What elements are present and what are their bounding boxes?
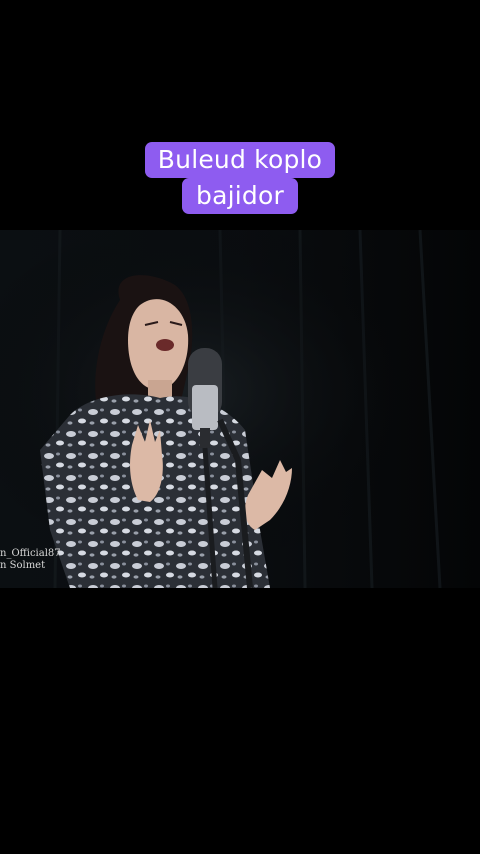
caption-line-1: Buleud koplo — [145, 142, 335, 178]
singer-scene — [0, 230, 480, 588]
watermark-line-2: n Solmet — [0, 560, 46, 571]
video-player-screen[interactable]: Buleud koplo bajidor n_Official87 n Solm… — [0, 0, 480, 854]
video-watermark: n_Official87 n Solmet — [0, 548, 61, 572]
caption-line-2: bajidor — [182, 178, 298, 214]
video-frame[interactable] — [0, 230, 480, 588]
mouth — [156, 339, 174, 351]
watermark-line-1: n_Official87 — [0, 548, 61, 559]
